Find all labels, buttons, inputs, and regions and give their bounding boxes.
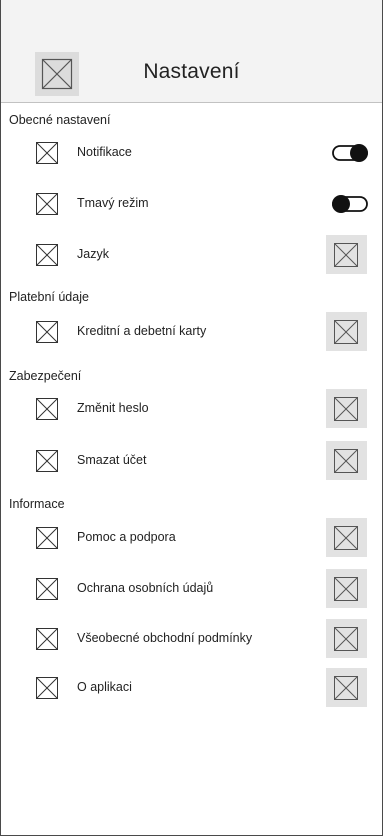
chevron-right-icon [334,627,358,651]
header-bar: Nastavení [1,0,382,103]
chevron-right-icon [334,320,358,344]
card-icon [36,321,58,343]
notifications-label: Notifikace [77,145,132,159]
change-password-chevron-button[interactable] [326,389,367,428]
section-title-info: Informace [9,497,65,511]
page-title: Nastavení [143,60,240,83]
settings-row-delete-account[interactable]: Smazat účet [1,441,382,481]
cards-label: Kreditní a debetní karty [77,324,207,338]
dark-mode-toggle[interactable] [332,195,369,213]
help-chevron-button[interactable] [326,518,367,557]
settings-row-cards[interactable]: Kreditní a debetní karty [1,312,382,352]
about-label: O aplikaci [77,680,132,694]
settings-screen: Nastavení Obecné nastavení Notifikace Tm… [0,0,383,836]
chevron-right-icon [334,397,358,421]
section-title-payment: Platební údaje [9,290,89,304]
privacy-label: Ochrana osobních údajů [77,581,214,595]
language-chevron-button[interactable] [326,235,367,274]
chevron-right-icon [334,676,358,700]
terms-label: Všeobecné obchodní podmínky [77,631,253,645]
language-label: Jazyk [77,247,109,261]
language-icon [36,244,58,266]
about-icon [36,677,58,699]
password-icon [36,398,58,420]
chevron-right-icon [334,577,358,601]
notifications-toggle[interactable] [332,144,369,162]
settings-row-terms[interactable]: Všeobecné obchodní podmínky [1,619,382,659]
settings-row-dark-mode[interactable]: Tmavý režim [1,184,382,224]
help-label: Pomoc a podpora [77,530,176,544]
section-title-security: Zabezpečení [9,369,82,383]
chevron-right-icon [334,243,358,267]
privacy-icon [36,578,58,600]
settings-row-help[interactable]: Pomoc a podpora [1,518,382,558]
delete-account-label: Smazat účet [77,453,147,467]
about-chevron-button[interactable] [326,668,367,707]
terms-icon [36,628,58,650]
terms-chevron-button[interactable] [326,619,367,658]
delete-account-icon [36,450,58,472]
settings-row-about[interactable]: O aplikaci [1,668,382,708]
dark-mode-label: Tmavý režim [77,196,149,210]
privacy-chevron-button[interactable] [326,569,367,608]
help-icon [36,527,58,549]
dark-mode-icon [36,193,58,215]
settings-row-change-password[interactable]: Změnit heslo [1,389,382,429]
notifications-icon [36,142,58,164]
settings-row-language[interactable]: Jazyk [1,235,382,275]
chevron-right-icon [334,449,358,473]
cards-chevron-button[interactable] [326,312,367,351]
section-title-general: Obecné nastavení [9,113,111,127]
settings-row-notifications[interactable]: Notifikace [1,133,382,173]
delete-account-chevron-button[interactable] [326,441,367,480]
chevron-right-icon [334,526,358,550]
change-password-label: Změnit heslo [77,401,149,415]
settings-row-privacy[interactable]: Ochrana osobních údajů [1,569,382,609]
